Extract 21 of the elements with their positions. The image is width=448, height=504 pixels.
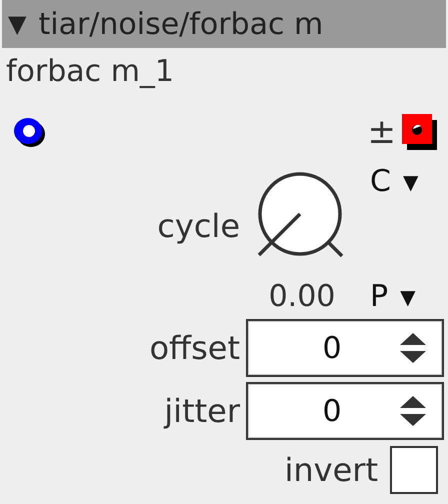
field-label: offset bbox=[149, 329, 241, 367]
bipolar-symbol: ± bbox=[368, 112, 396, 152]
checkbox-label: invert bbox=[284, 451, 379, 489]
panel-header[interactable]: ▼ tiar/noise/forbac m bbox=[2, 0, 446, 48]
polarity-dropdown[interactable]: P ▼ bbox=[364, 279, 442, 314]
knob-label: cycle bbox=[157, 207, 240, 245]
decrement-icon[interactable] bbox=[400, 351, 426, 363]
instance-name: forbac m_1 bbox=[5, 53, 176, 91]
output-port-icon[interactable] bbox=[402, 114, 438, 150]
input-port-icon[interactable] bbox=[12, 115, 48, 149]
knob-value: 0.00 bbox=[268, 279, 336, 314]
decrement-icon[interactable] bbox=[400, 414, 426, 426]
checkbox[interactable] bbox=[390, 446, 438, 494]
collapse-toggle[interactable]: ▼ bbox=[8, 10, 26, 38]
module-title: tiar/noise/forbac m bbox=[38, 6, 324, 42]
field-label: jitter bbox=[164, 392, 241, 430]
number-field[interactable]: 0 bbox=[246, 382, 444, 440]
increment-icon[interactable] bbox=[400, 333, 426, 345]
number-field[interactable]: 0 bbox=[246, 319, 444, 377]
increment-icon[interactable] bbox=[400, 396, 426, 408]
mode-dropdown[interactable]: C ▼ bbox=[364, 164, 442, 199]
